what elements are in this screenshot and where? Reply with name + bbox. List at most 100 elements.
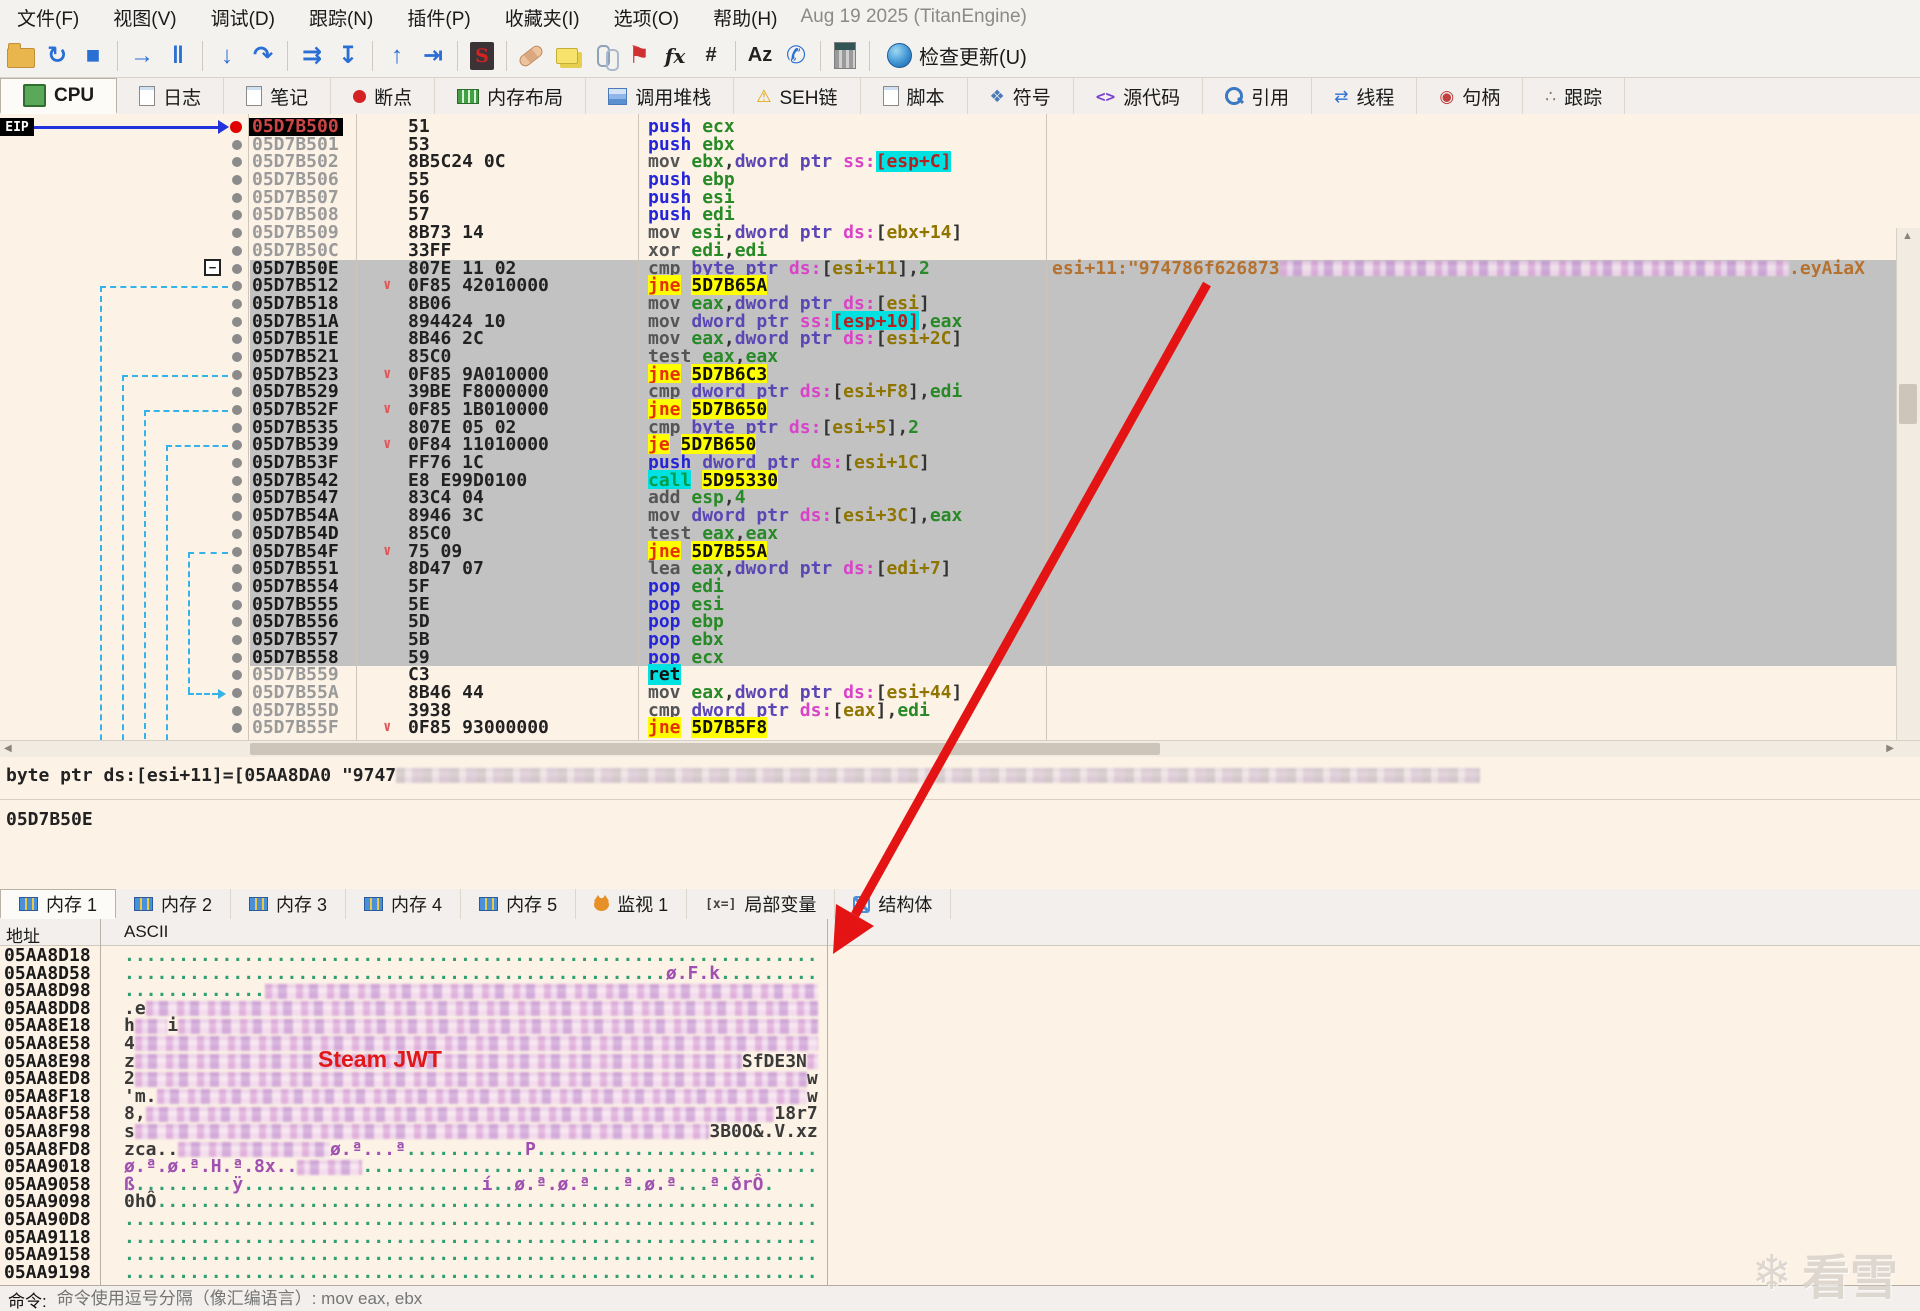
breakpoint-dot[interactable] <box>232 529 242 539</box>
breakpoint-dot[interactable] <box>232 157 242 167</box>
execute-till-return-button[interactable]: ↧ <box>333 38 363 74</box>
breakpoint-dot[interactable] <box>232 193 242 203</box>
breakpoint-dot[interactable] <box>232 440 242 450</box>
memory-row[interactable]: 05AA8D58................................… <box>0 965 1920 983</box>
animate-over-button[interactable]: ⇉ <box>297 38 327 74</box>
memory-row[interactable]: 05AA8F18'm.w <box>0 1088 1920 1106</box>
memory-tab-内存-2[interactable]: 内存 2 <box>116 889 231 919</box>
hash-analysis-button[interactable]: # <box>696 38 726 74</box>
menu-item-i[interactable]: 收藏夹(I) <box>488 0 597 34</box>
comments-button[interactable] <box>552 38 582 74</box>
memory-tab-监视-1[interactable]: 监视 1 <box>576 889 687 919</box>
breakpoint-dot[interactable] <box>232 423 242 433</box>
scroll-up-icon[interactable]: ▲ <box>1902 230 1913 242</box>
memory-row[interactable]: 05AA8E584 <box>0 1035 1920 1053</box>
memory-tab-局部变量[interactable]: [x=]局部变量 <box>687 889 835 919</box>
breakpoint-dot-active[interactable] <box>230 121 242 133</box>
breakpoint-dot[interactable] <box>232 264 242 274</box>
run-button[interactable]: → <box>127 38 157 74</box>
scroll-left-icon[interactable]: ◀ <box>4 743 12 754</box>
breakpoint-dot[interactable] <box>232 723 242 733</box>
calculator-button[interactable] <box>830 38 860 74</box>
tab-trace[interactable]: ∴跟踪 <box>1523 78 1625 114</box>
breakpoint-dot[interactable] <box>232 688 242 698</box>
tab-call-stack[interactable]: 调用堆栈 <box>586 78 734 114</box>
memory-row[interactable]: 05AA8D98............. <box>0 982 1920 1000</box>
memory-tab-内存-3[interactable]: 内存 3 <box>231 889 346 919</box>
tab-handles[interactable]: ◉句柄 <box>1417 78 1523 114</box>
breakpoint-dot[interactable] <box>232 617 242 627</box>
open-file-button[interactable] <box>6 38 36 74</box>
tab-references[interactable]: 引用 <box>1203 78 1312 114</box>
breakpoint-dot[interactable] <box>232 670 242 680</box>
run-to-user-code-button[interactable]: ⇥ <box>418 38 448 74</box>
restart-button[interactable]: ↻ <box>42 38 72 74</box>
breakpoint-dot[interactable] <box>232 246 242 256</box>
breakpoint-dot[interactable] <box>232 653 242 663</box>
menu-item-d[interactable]: 调试(D) <box>194 0 292 34</box>
breakpoint-dot[interactable] <box>232 281 242 291</box>
memory-dump-pane[interactable]: 地址 ASCII 05AA8D18.......................… <box>0 919 1920 1285</box>
disassembly-pane[interactable]: EIP − 05D7B50051push ecx05D7B50153push e… <box>0 114 1920 740</box>
breakpoint-dot[interactable] <box>232 140 242 150</box>
tab-notes[interactable]: 笔记 <box>224 78 331 114</box>
breakpoint-dot[interactable] <box>232 564 242 574</box>
memory-row[interactable]: 05AA8E18hi <box>0 1017 1920 1035</box>
tab-breakpoint[interactable]: 断点 <box>331 78 435 114</box>
breakpoint-dot[interactable] <box>232 370 242 380</box>
command-input[interactable] <box>55 1288 1920 1310</box>
memory-row[interactable]: 05AA8E98zSfDE3N <box>0 1053 1920 1071</box>
menu-item-v[interactable]: 视图(V) <box>96 0 193 34</box>
patches-button[interactable] <box>516 38 546 74</box>
tab-threads[interactable]: ⇄线程 <box>1312 78 1417 114</box>
vertical-scrollbar[interactable]: ▲ ▼ <box>1896 228 1920 740</box>
breakpoint-dot[interactable] <box>232 317 242 327</box>
breakpoint-dot[interactable] <box>232 493 242 503</box>
scroll-right-icon[interactable]: ▶ <box>1886 743 1894 754</box>
menu-item-o[interactable]: 选项(O) <box>597 0 696 34</box>
breakpoint-dot[interactable] <box>232 175 242 185</box>
tab-seh-chain[interactable]: ⚠SEH链 <box>734 78 860 114</box>
menu-item-n[interactable]: 跟踪(N) <box>292 0 390 34</box>
scylla-button[interactable]: S <box>467 38 497 74</box>
breakpoint-dot[interactable] <box>232 600 242 610</box>
memory-row[interactable]: 05AA8DD8.e <box>0 1000 1920 1018</box>
memory-tab-内存-5[interactable]: 内存 5 <box>461 889 576 919</box>
breakpoint-dot[interactable] <box>232 458 242 468</box>
breakpoint-dot[interactable] <box>232 706 242 716</box>
disasm-row[interactable]: 05D7B55F∨0F85 93000000jne 5D7B5F8 <box>0 719 1896 737</box>
step-over-button[interactable]: ↷ <box>248 38 278 74</box>
memory-tab-内存-1[interactable]: 内存 1 <box>0 889 116 919</box>
tab-script[interactable]: 脚本 <box>861 78 968 114</box>
step-into-button[interactable]: ↓ <box>212 38 242 74</box>
menu-item-p[interactable]: 插件(P) <box>390 0 487 34</box>
function-analysis-button[interactable]: fx <box>660 38 690 74</box>
breakpoint-dot[interactable] <box>232 210 242 220</box>
breakpoint-dot[interactable] <box>232 547 242 557</box>
breakpoint-dot[interactable] <box>232 476 242 486</box>
breakpoint-dot[interactable] <box>232 387 242 397</box>
attach-button[interactable]: ✆ <box>781 38 811 74</box>
scrollbar-thumb[interactable] <box>1899 384 1917 424</box>
menu-item-f[interactable]: 文件(F) <box>0 0 96 34</box>
tab-source[interactable]: <>源代码 <box>1074 78 1203 114</box>
breakpoint-dot[interactable] <box>232 352 242 362</box>
disasm-row[interactable]: 05D7B54D85C0test eax,eax <box>0 525 1896 543</box>
tab-symbols[interactable]: ❖符号 <box>968 78 1074 114</box>
memory-row[interactable]: 05AA8F588,18r7 <box>0 1105 1920 1123</box>
pause-button[interactable]: ‖ <box>163 38 193 74</box>
memory-tab-结构体[interactable]: 结构体 <box>835 889 951 919</box>
tab-cpu[interactable]: CPU <box>0 78 117 114</box>
stop-button[interactable]: ■ <box>78 38 108 74</box>
string-references-button[interactable]: Az <box>745 38 775 74</box>
bookmarks-button[interactable]: ⚑ <box>624 38 654 74</box>
labels-button[interactable] <box>588 38 618 74</box>
scrollbar-thumb[interactable] <box>250 743 1160 755</box>
step-out-button[interactable]: ↑ <box>382 38 412 74</box>
tab-memory-map[interactable]: 内存布局 <box>435 78 586 114</box>
breakpoint-dot[interactable] <box>232 635 242 645</box>
memory-row[interactable]: 05AA8F98s3B0O&.V.xz <box>0 1123 1920 1141</box>
memory-tab-内存-4[interactable]: 内存 4 <box>346 889 461 919</box>
collapse-function-icon[interactable]: − <box>204 259 221 276</box>
menu-item-h[interactable]: 帮助(H) <box>696 0 794 34</box>
